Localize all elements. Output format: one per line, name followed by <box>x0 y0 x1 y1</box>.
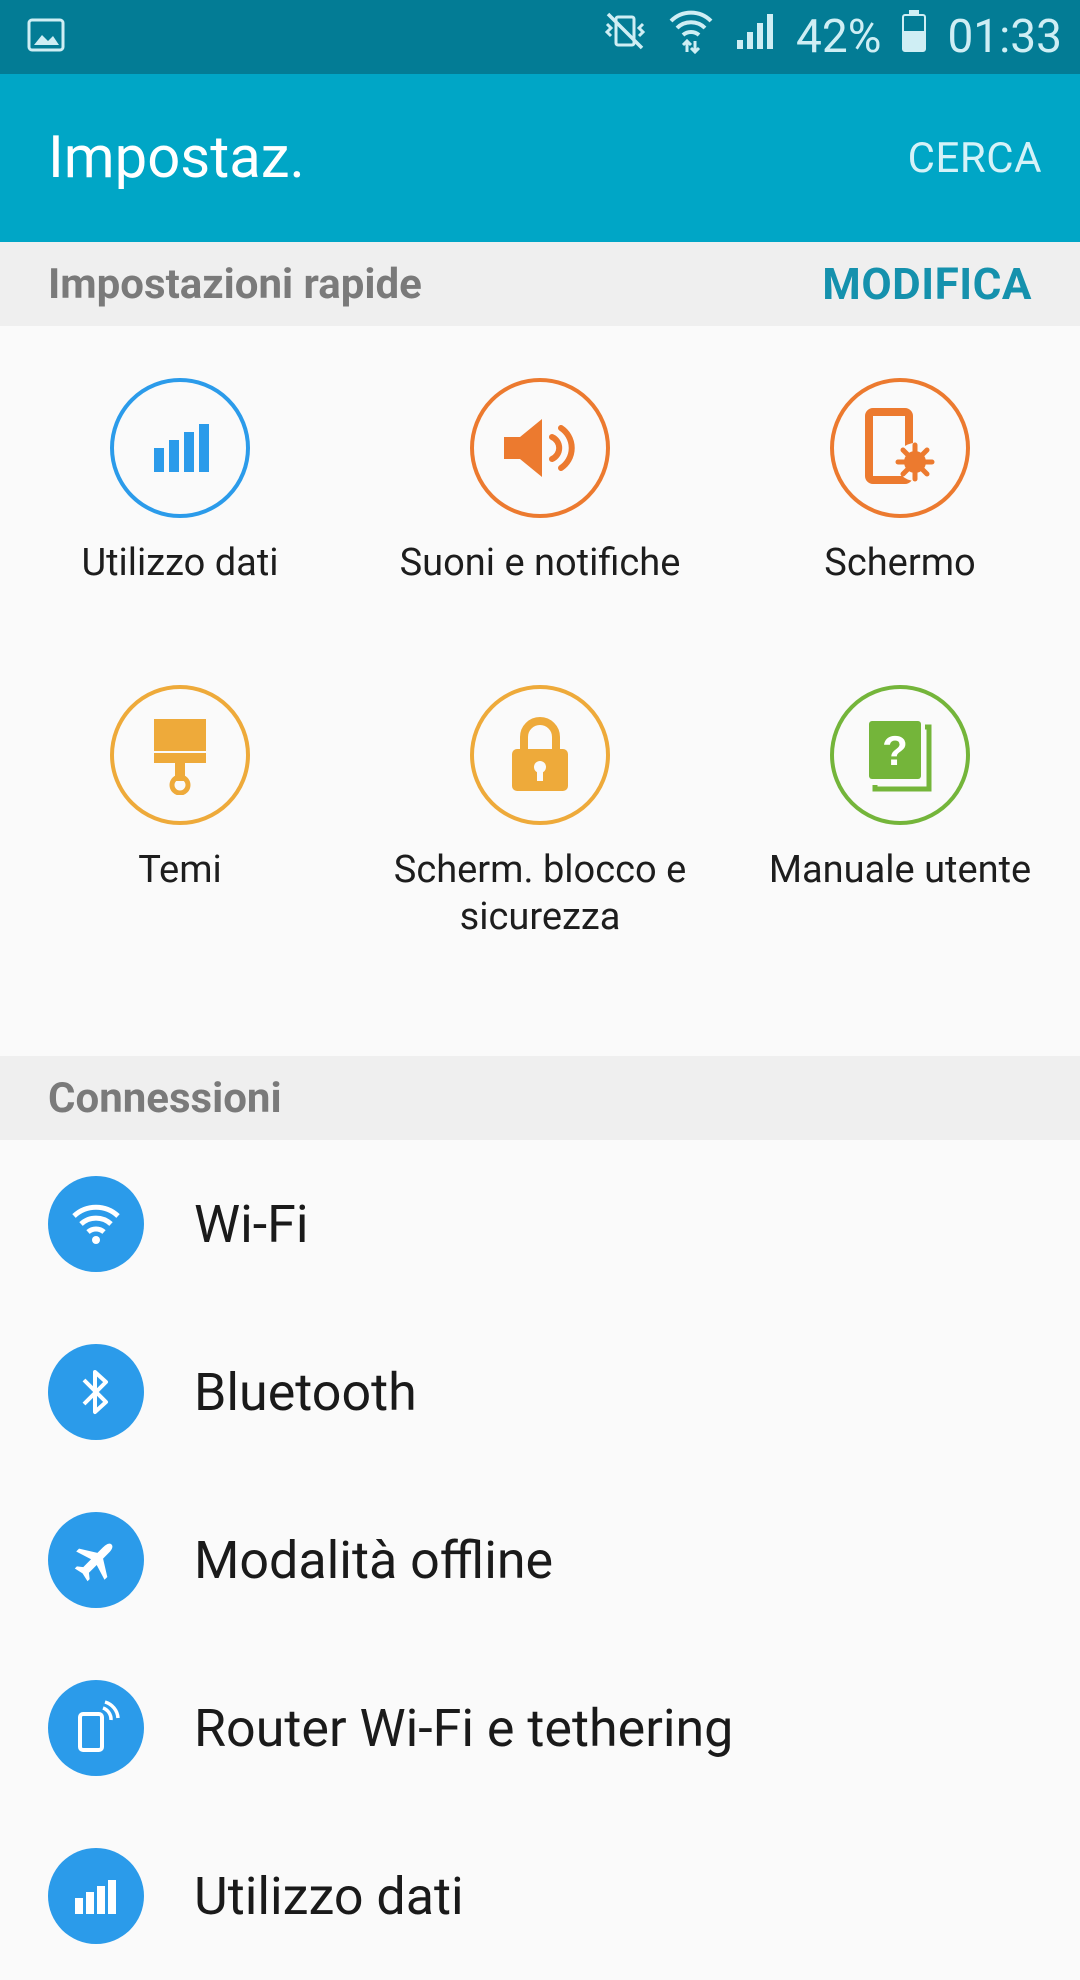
quick-item-label: Temi <box>138 848 222 892</box>
list-item-label: Wi-Fi <box>194 1193 309 1255</box>
app-bar: Impostaz. CERCA <box>0 74 1080 242</box>
quick-item-label: Utilizzo dati <box>81 541 279 585</box>
list-item-label: Utilizzo dati <box>194 1865 464 1927</box>
connections-header: Connessioni <box>0 1056 1080 1140</box>
quick-item-label: Suoni e notifiche <box>399 541 681 585</box>
connections-title: Connessioni <box>48 1073 282 1123</box>
quick-item-label: Manuale utente <box>768 848 1032 892</box>
list-item-label: Router Wi-Fi e tethering <box>194 1697 734 1759</box>
quick-item-label: Scherm. blocco e sicurezza <box>393 848 687 939</box>
battery-percent: 42% <box>796 10 882 64</box>
hotspot-icon <box>48 1680 144 1776</box>
quick-item-label: Schermo <box>824 541 976 585</box>
cell-signal-icon <box>734 10 776 64</box>
quick-settings-grid: Utilizzo dati Suoni e notifiche Schermo … <box>0 326 1080 1056</box>
lock-icon <box>470 685 610 825</box>
quick-item-sounds[interactable]: Suoni e notifiche <box>360 342 720 649</box>
display-brightness-icon <box>830 378 970 518</box>
data-usage-icon <box>48 1848 144 1944</box>
list-item-wifi[interactable]: Wi-Fi <box>0 1140 1080 1308</box>
list-item-bluetooth[interactable]: Bluetooth <box>0 1308 1080 1476</box>
page-title: Impostaz. <box>48 124 305 192</box>
quick-item-themes[interactable]: Temi <box>0 649 360 956</box>
paint-brush-icon <box>110 685 250 825</box>
wifi-icon <box>48 1176 144 1272</box>
airplane-icon <box>48 1512 144 1608</box>
list-item-hotspot-tethering[interactable]: Router Wi-Fi e tethering <box>0 1644 1080 1812</box>
quick-item-lock-security[interactable]: Scherm. blocco e sicurezza <box>360 649 720 956</box>
list-item-data-usage[interactable]: Utilizzo dati <box>0 1812 1080 1980</box>
list-item-label: Modalità offline <box>194 1529 554 1591</box>
data-usage-icon <box>110 378 250 518</box>
vibrate-mute-icon <box>602 8 648 66</box>
svg-text:?: ? <box>882 727 908 774</box>
list-item-airplane-mode[interactable]: Modalità offline <box>0 1476 1080 1644</box>
wifi-status-icon <box>668 7 714 67</box>
help-book-icon: ? <box>830 685 970 825</box>
bluetooth-icon <box>48 1344 144 1440</box>
edit-button[interactable]: MODIFICA <box>822 258 1032 310</box>
quick-settings-title: Impostazioni rapide <box>48 259 422 309</box>
clock: 01:33 <box>947 10 1062 64</box>
search-button[interactable]: CERCA <box>908 134 1042 183</box>
quick-item-data-usage[interactable]: Utilizzo dati <box>0 342 360 649</box>
quick-item-display[interactable]: Schermo <box>720 342 1080 649</box>
quick-item-user-manual[interactable]: ? Manuale utente <box>720 649 1080 956</box>
quick-settings-header: Impostazioni rapide MODIFICA <box>0 242 1080 326</box>
gallery-notification-icon <box>26 15 66 59</box>
speaker-icon <box>470 378 610 518</box>
connections-list: Wi-Fi Bluetooth Modalità offline Router … <box>0 1140 1080 1980</box>
status-bar: 42% 01:33 <box>0 0 1080 74</box>
list-item-label: Bluetooth <box>194 1361 417 1423</box>
battery-icon <box>901 9 927 65</box>
